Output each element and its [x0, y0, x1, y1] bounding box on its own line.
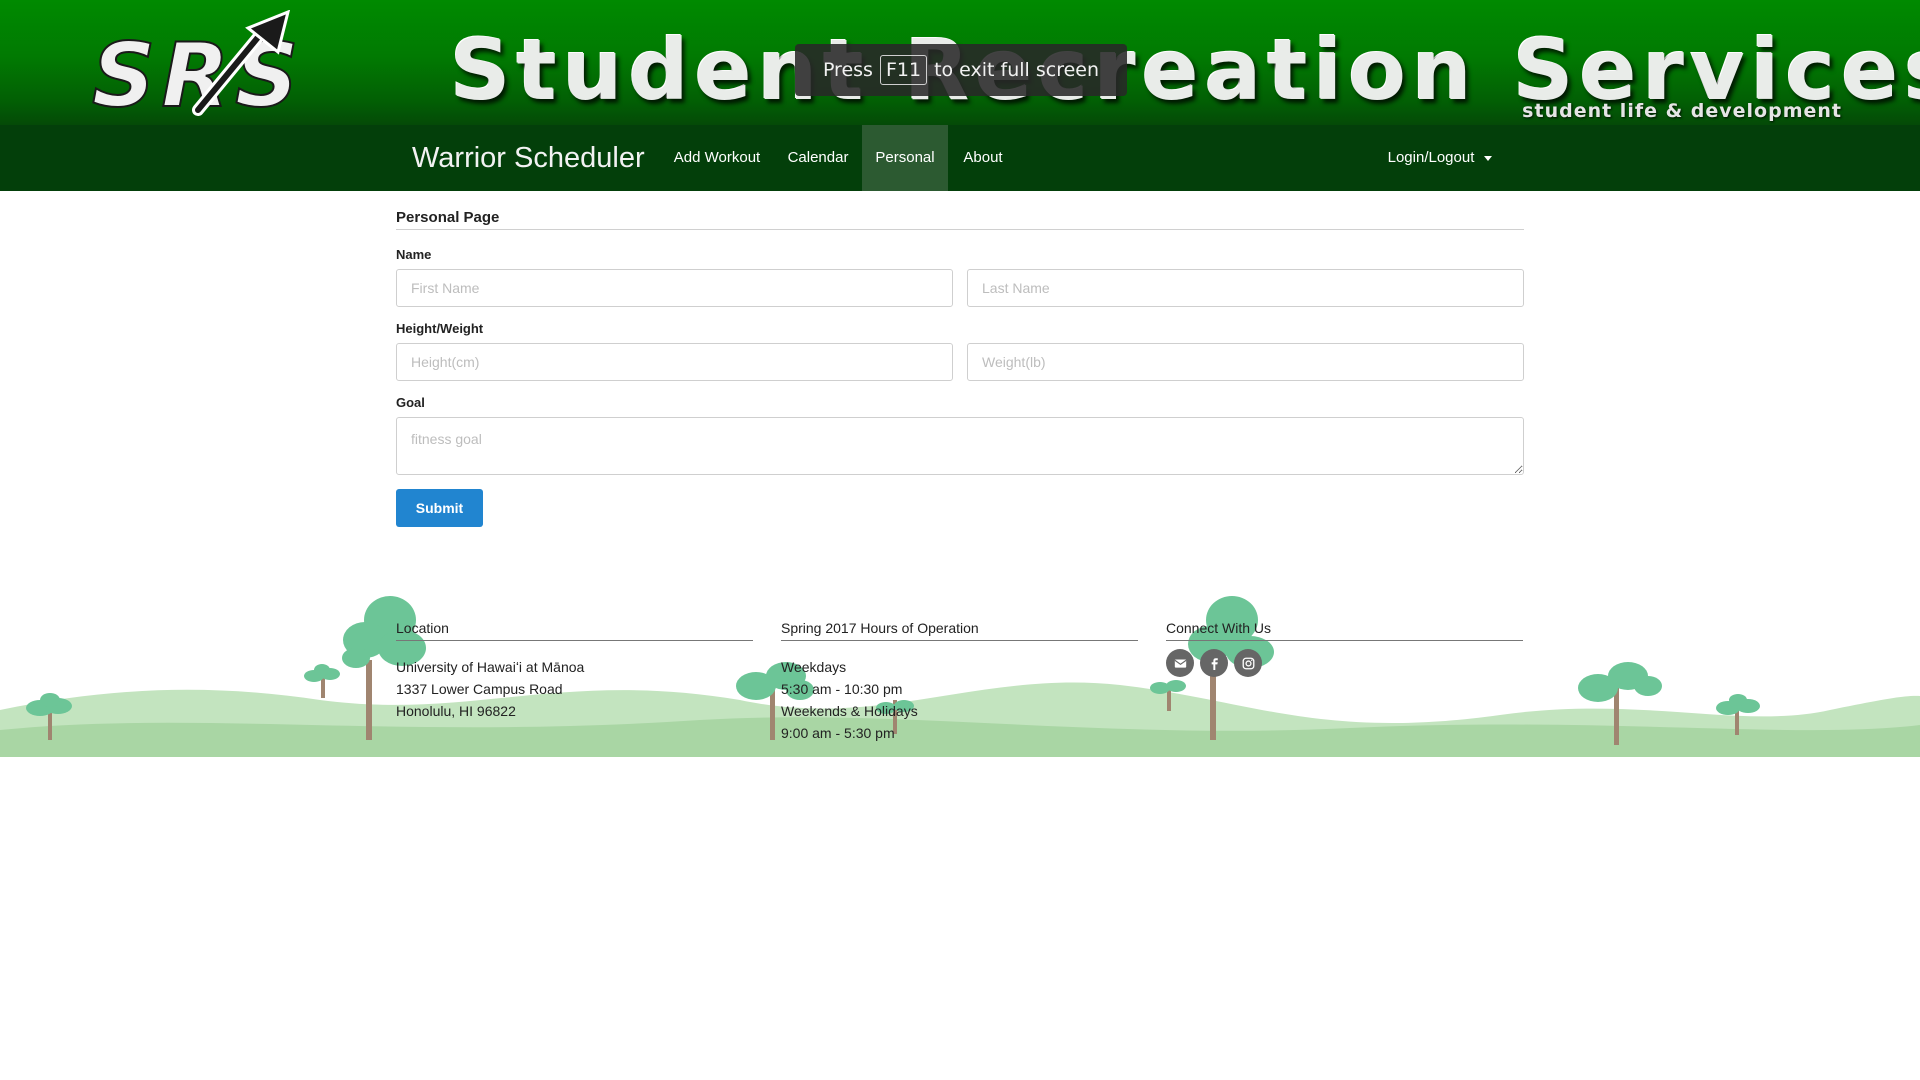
footer-hours-title: Spring 2017 Hours of Operation	[781, 620, 1138, 641]
notice-press-text: Press	[822, 59, 873, 81]
name-label: Name	[396, 247, 432, 262]
address-line: University of Hawaiʻi at Mānoa	[396, 659, 585, 675]
goal-textarea[interactable]	[396, 417, 1524, 475]
navbar: Warrior Scheduler Add Workout Calendar P…	[0, 125, 1920, 191]
height-input[interactable]	[396, 343, 953, 381]
footer-location: Location University of Hawaiʻi at Mānoa …	[396, 620, 753, 722]
srs-logo: SRS	[91, 10, 300, 120]
footer-hours: Spring 2017 Hours of Operation Weekdays …	[781, 620, 1138, 744]
hours-line: Weekends & Holidays	[781, 703, 918, 719]
weight-input[interactable]	[967, 343, 1524, 381]
login-logout-dropdown[interactable]: Login/Logout	[1380, 125, 1500, 191]
nav-item-calendar[interactable]: Calendar	[774, 125, 862, 191]
hours-line: 9:00 am - 5:30 pm	[781, 725, 895, 741]
notice-rest-text: to exit full screen	[934, 59, 1100, 81]
nav-item-add-workout[interactable]: Add Workout	[660, 125, 774, 191]
header-banner: SRS Student Recreation Services student …	[0, 0, 1920, 125]
nav-item-about[interactable]: About	[948, 125, 1018, 191]
login-logout-label: Login/Logout	[1387, 149, 1475, 166]
facebook-icon[interactable]	[1200, 649, 1228, 677]
address-line: 1337 Lower Campus Road	[396, 681, 563, 697]
last-name-input[interactable]	[967, 269, 1524, 307]
fullscreen-exit-notice: Press F11 to exit full screen	[795, 44, 1127, 96]
footer-connect: Connect With Us	[1166, 620, 1523, 677]
page-title: Personal Page	[396, 209, 1524, 230]
envelope-icon[interactable]	[1166, 649, 1194, 677]
address-line: Honolulu, HI 96822	[396, 703, 516, 719]
goal-label: Goal	[396, 395, 425, 410]
hours-line: Weekdays	[781, 659, 847, 675]
footer-connect-title: Connect With Us	[1166, 620, 1523, 641]
brand-link[interactable]: Warrior Scheduler	[412, 125, 645, 191]
f11-key-badge: F11	[879, 55, 928, 85]
caret-down-icon	[1484, 155, 1493, 161]
submit-button[interactable]: Submit	[396, 489, 483, 527]
first-name-input[interactable]	[396, 269, 953, 307]
height-weight-label: Height/Weight	[396, 321, 484, 336]
instagram-icon[interactable]	[1234, 649, 1262, 677]
footer-location-title: Location	[396, 620, 753, 641]
nav-item-personal[interactable]: Personal	[862, 125, 948, 191]
banner-subtitle: student life & development	[1522, 100, 1842, 122]
footer: Location University of Hawaiʻi at Mānoa …	[0, 590, 1920, 757]
hours-line: 5:30 am - 10:30 pm	[781, 681, 903, 697]
